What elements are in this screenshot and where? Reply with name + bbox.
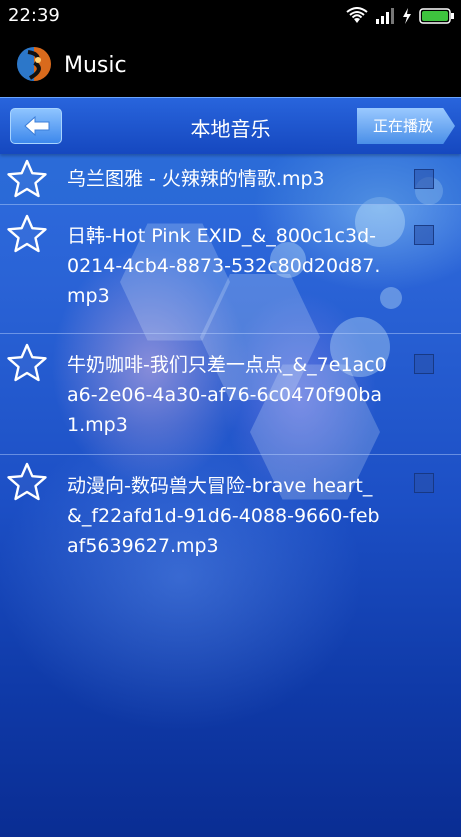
battery-icon — [419, 8, 454, 24]
song-row[interactable]: 乌兰图雅 - 火辣辣的情歌.mp3 — [0, 154, 461, 205]
song-name: 乌兰图雅 - 火辣辣的情歌.mp3 — [67, 168, 325, 190]
song-name: 日韩-Hot Pink EXID_&_800c1c3d-0214-4cb4-88… — [67, 225, 381, 307]
status-icons — [346, 6, 455, 26]
charging-icon — [403, 8, 411, 24]
main-content: 本地音乐 正在播放 乌兰图雅 - 火辣辣的情歌.mp3 日韩-Hot Pink … — [0, 97, 461, 837]
song-checkbox[interactable] — [414, 473, 434, 493]
star-icon[interactable] — [6, 213, 48, 255]
header-bar: 本地音乐 正在播放 — [0, 97, 461, 154]
song-row[interactable]: 动漫向-数码兽大冒险-brave heart_&_f22afd1d-91d6-4… — [0, 455, 461, 575]
song-name: 动漫向-数码兽大冒险-brave heart_&_f22afd1d-91d6-4… — [67, 475, 380, 557]
song-row[interactable]: 牛奶咖啡-我们只差一点点_&_7e1ac0a6-2e06-4a30-af76-6… — [0, 334, 461, 455]
star-icon[interactable] — [6, 158, 48, 200]
song-checkbox[interactable] — [414, 225, 434, 245]
signal-icon — [376, 8, 394, 24]
status-bar: 22:39 — [0, 0, 461, 33]
song-name: 牛奶咖啡-我们只差一点点_&_7e1ac0a6-2e06-4a30-af76-6… — [67, 354, 387, 436]
app-logo-icon[interactable] — [16, 42, 56, 86]
app-title: Music — [64, 53, 127, 78]
now-playing-button[interactable]: 正在播放 — [357, 108, 455, 144]
action-bar: Music — [0, 33, 461, 97]
song-list: 乌兰图雅 - 火辣辣的情歌.mp3 日韩-Hot Pink EXID_&_800… — [0, 154, 461, 575]
star-icon[interactable] — [6, 461, 48, 503]
song-row[interactable]: 日韩-Hot Pink EXID_&_800c1c3d-0214-4cb4-88… — [0, 205, 461, 334]
wifi-icon — [346, 7, 368, 23]
star-icon[interactable] — [6, 342, 48, 384]
song-checkbox[interactable] — [414, 354, 434, 374]
song-checkbox[interactable] — [414, 169, 434, 189]
status-time: 22:39 — [8, 5, 60, 26]
